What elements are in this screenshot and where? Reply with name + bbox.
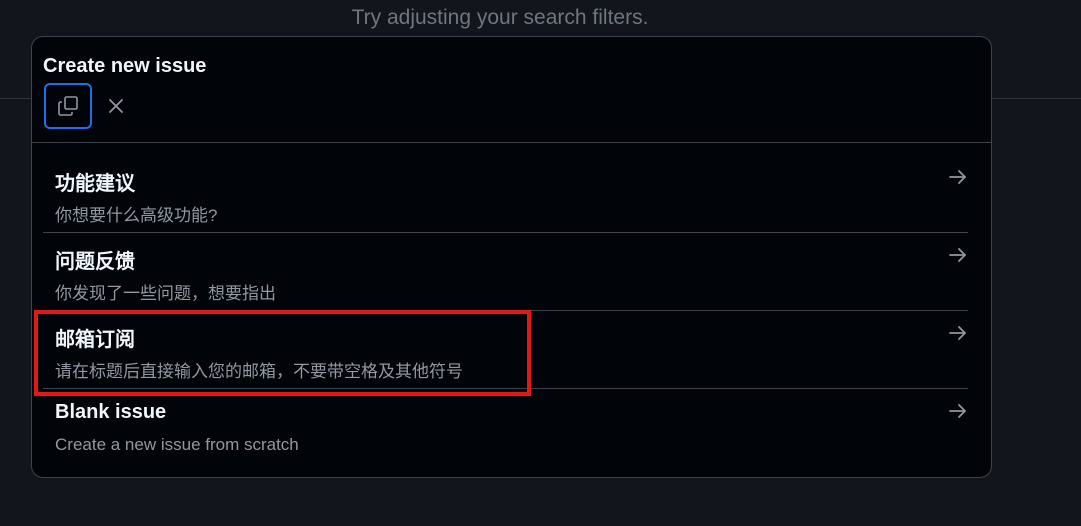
issue-template-list: 功能建议 你想要什么高级功能? 问题反馈 你发现了一些问题，想要指出 邮箱订阅 … xyxy=(32,155,991,467)
option-description: 你发现了一些问题，想要指出 xyxy=(55,284,276,303)
template-option-blank[interactable]: Blank issue Create a new issue from scra… xyxy=(43,389,968,467)
option-title: 邮箱订阅 xyxy=(55,329,135,351)
empty-state-hint: Try adjusting your search filters. xyxy=(351,6,649,29)
copy-icon xyxy=(58,96,78,116)
divider xyxy=(0,98,31,99)
arrow-right-icon xyxy=(949,326,966,340)
dialog-header: Create new issue xyxy=(32,37,991,143)
dialog-title: Create new issue xyxy=(43,55,207,77)
option-title: 问题反馈 xyxy=(55,251,135,273)
template-option-feature[interactable]: 功能建议 你想要什么高级功能? xyxy=(43,155,968,233)
divider xyxy=(992,98,1081,99)
option-title: Blank issue xyxy=(55,401,167,423)
arrow-right-icon xyxy=(949,170,966,184)
copy-button[interactable] xyxy=(44,83,92,129)
close-icon xyxy=(109,99,123,113)
arrow-right-icon xyxy=(949,248,966,262)
create-issue-dialog: Create new issue 功能建议 你想要什么高级功能? 问题反馈 你发… xyxy=(31,36,992,478)
option-description: 你想要什么高级功能? xyxy=(55,206,218,225)
option-description: 请在标题后直接输入您的邮箱，不要带空格及其他符号 xyxy=(55,362,463,381)
template-option-subscribe[interactable]: 邮箱订阅 请在标题后直接输入您的邮箱，不要带空格及其他符号 xyxy=(43,311,968,389)
close-button[interactable] xyxy=(102,92,130,120)
arrow-right-icon xyxy=(949,404,966,418)
template-option-bug[interactable]: 问题反馈 你发现了一些问题，想要指出 xyxy=(43,233,968,311)
option-description: Create a new issue from scratch xyxy=(55,435,299,454)
option-title: 功能建议 xyxy=(55,173,135,195)
